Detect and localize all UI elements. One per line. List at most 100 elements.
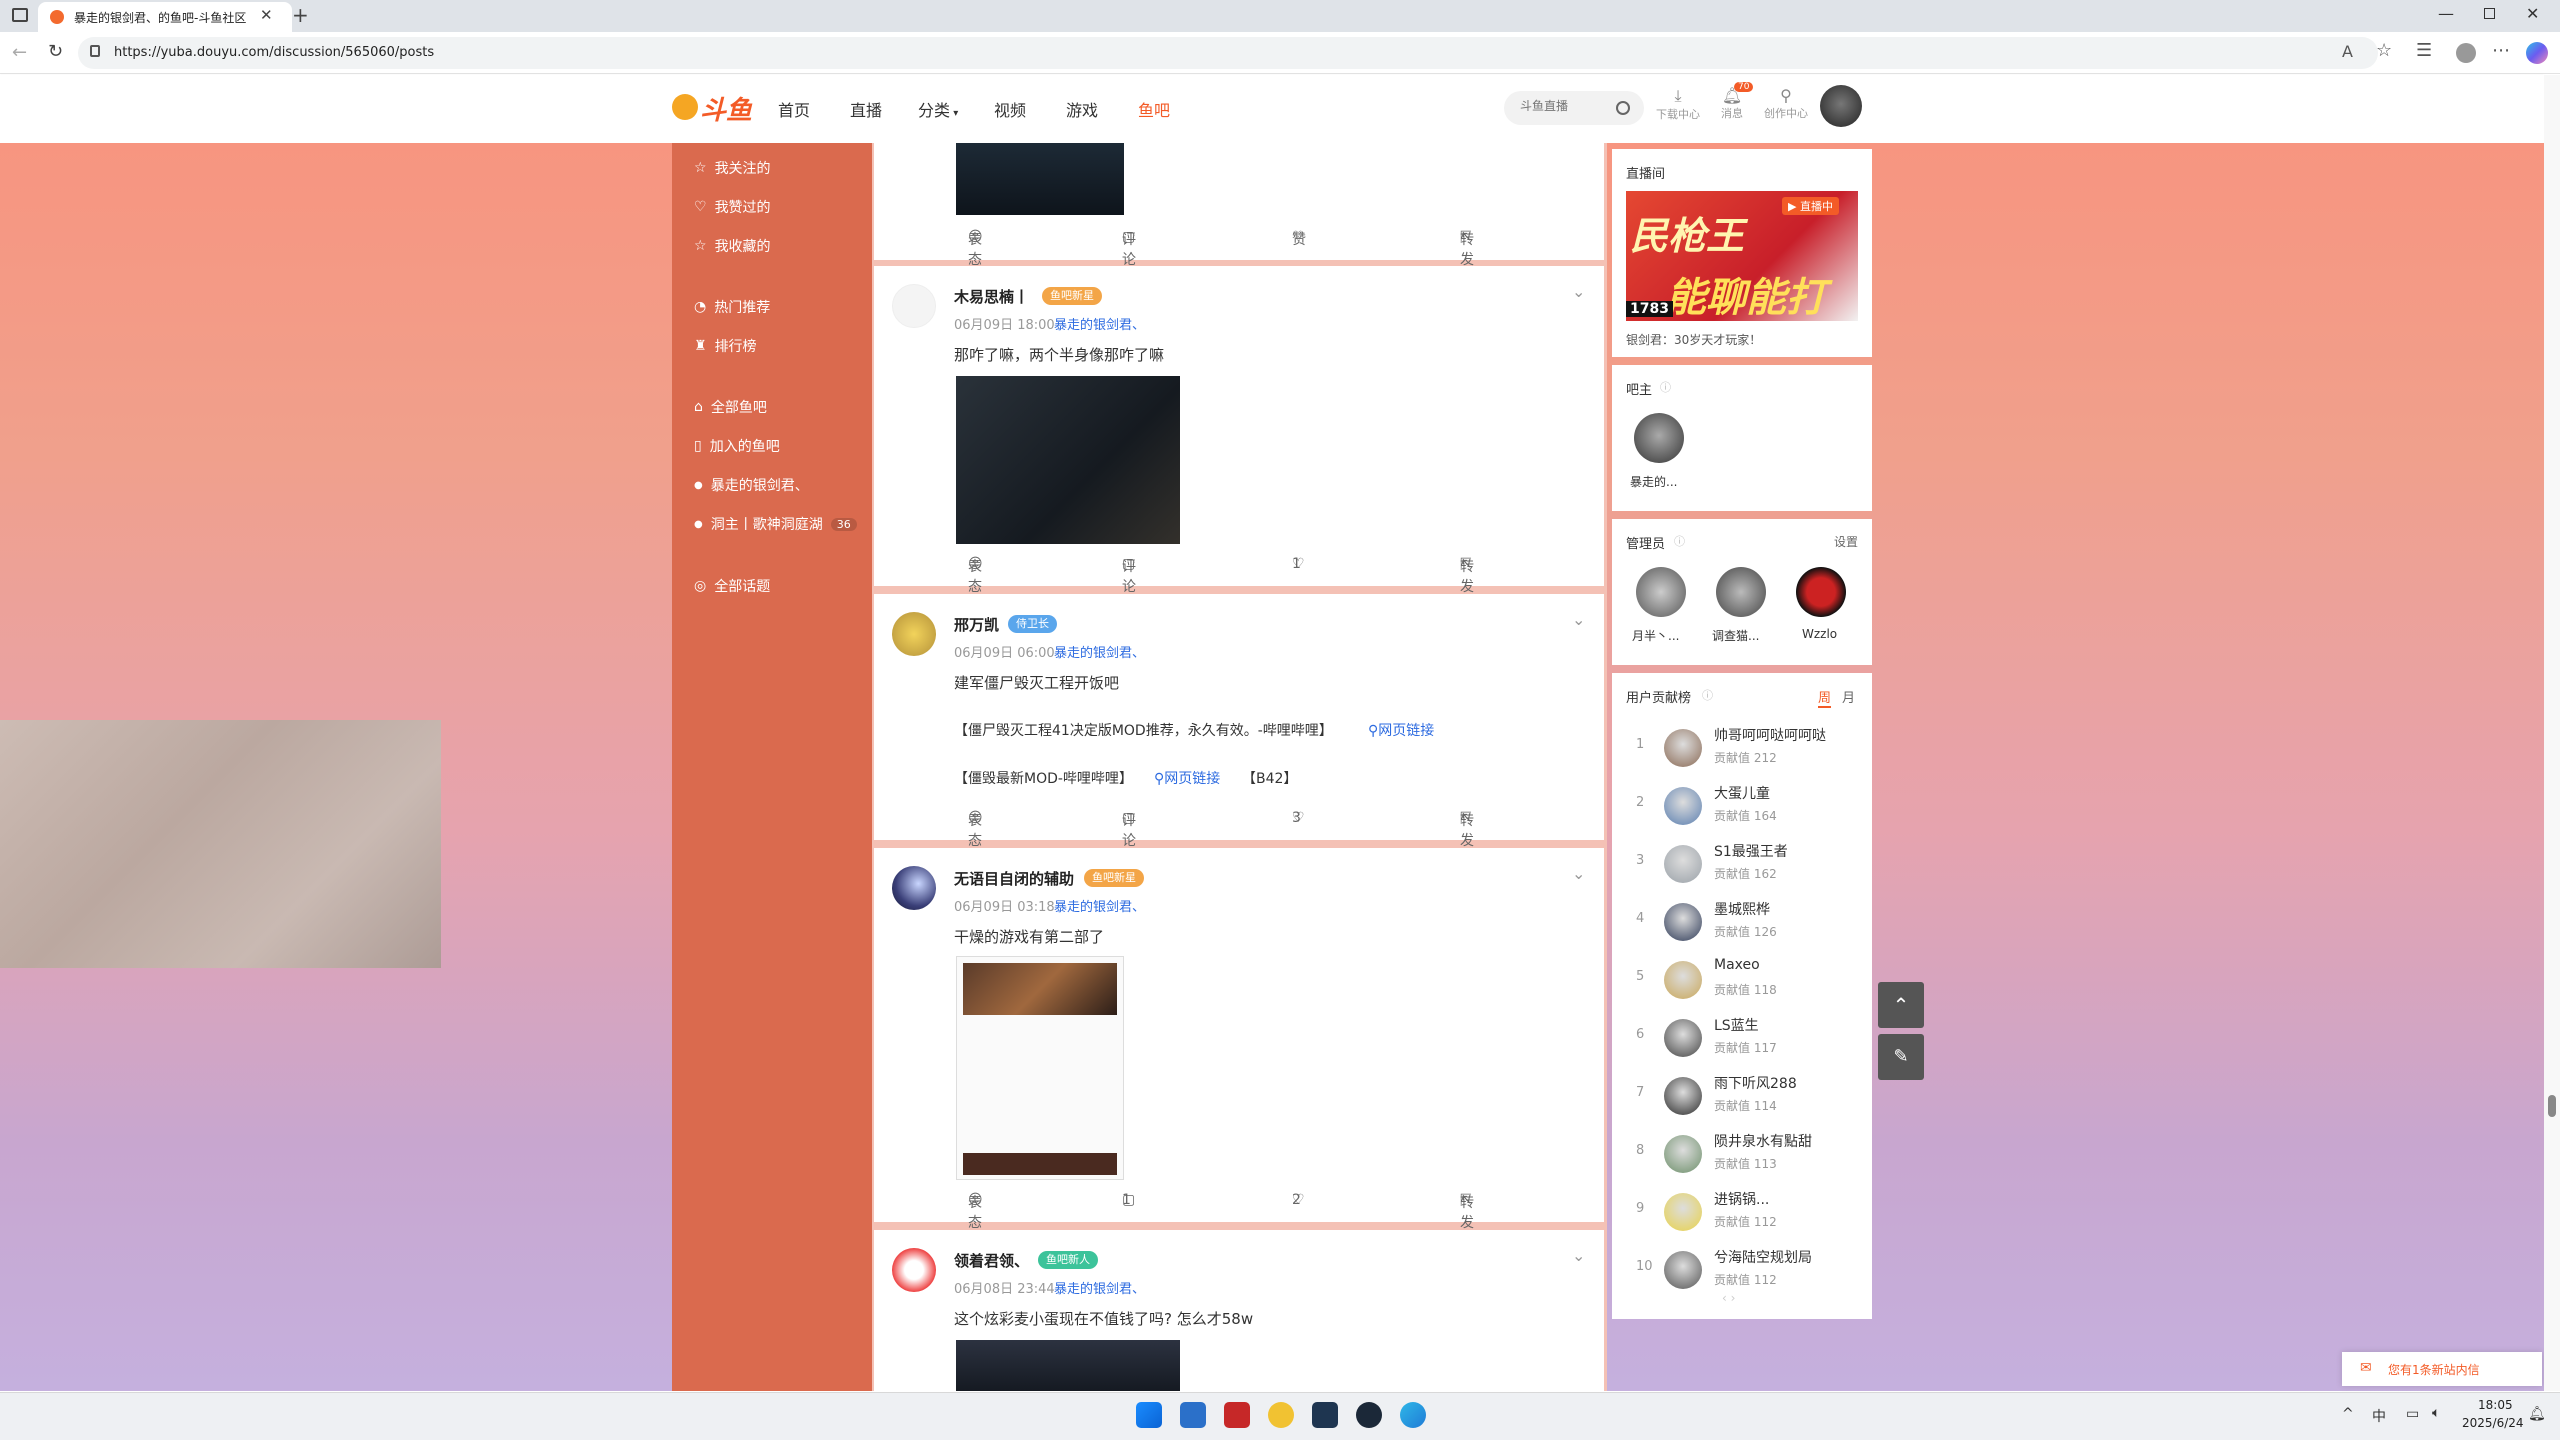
download-center[interactable]: ⤓ 下载中心 bbox=[1650, 86, 1706, 130]
nav-category[interactable]: 分类 ▾ bbox=[918, 97, 958, 121]
video-overlay[interactable] bbox=[0, 720, 441, 968]
profile-icon[interactable] bbox=[2456, 43, 2476, 63]
author-name[interactable]: 木易思楠丨 bbox=[954, 286, 1029, 307]
user-avatar[interactable] bbox=[1664, 787, 1702, 825]
nav-favorited[interactable]: ☆ 我收藏的 bbox=[694, 236, 771, 256]
ranking-row[interactable]: 10 兮海陆空规划局 贡献值 112 bbox=[1632, 1245, 1862, 1295]
nav-all-topics[interactable]: ◎ 全部话题 bbox=[694, 576, 770, 596]
user-avatar[interactable] bbox=[1664, 1019, 1702, 1057]
tab-week[interactable]: 周 bbox=[1818, 687, 1832, 708]
user-name[interactable]: 帅哥呵呵哒呵呵哒 bbox=[1714, 725, 1826, 745]
notification-center-icon[interactable]: 🔔︎ bbox=[2528, 1406, 2546, 1422]
creator-center[interactable]: ⚲ 创作中心 bbox=[1756, 86, 1816, 130]
clock-date[interactable]: 2025/6/24 bbox=[2462, 1416, 2524, 1430]
app-icon[interactable] bbox=[1224, 1402, 1250, 1428]
notification-bar[interactable]: ✉ 您有1条新站内信 bbox=[2342, 1352, 2542, 1386]
search-box[interactable] bbox=[1504, 91, 1644, 125]
user-name[interactable]: 进锅锅... bbox=[1714, 1189, 1769, 1209]
user-avatar[interactable] bbox=[1664, 1251, 1702, 1289]
post-link[interactable]: ⚲网页链接 bbox=[1154, 768, 1220, 788]
douyu-logo[interactable]: 斗鱼 bbox=[672, 88, 752, 126]
nav-live[interactable]: 直播 bbox=[850, 97, 882, 121]
nav-game[interactable]: 游戏 bbox=[1066, 97, 1098, 121]
volume-icon[interactable]: 🔈︎ bbox=[2432, 1405, 2440, 1421]
nav-yuba[interactable]: 鱼吧 bbox=[1138, 97, 1170, 121]
ranking-row[interactable]: 3 S1最强王者 贡献值 162 bbox=[1632, 839, 1862, 889]
nav-ranking[interactable]: ♜ 排行榜 bbox=[694, 336, 757, 356]
minimize-icon[interactable]: — bbox=[2438, 4, 2454, 23]
ranking-row[interactable]: 4 墨城熙桦 贡献值 126 bbox=[1632, 897, 1862, 947]
post-group[interactable]: 暴走的银剑君、 bbox=[1054, 642, 1145, 661]
tab-month[interactable]: 月 bbox=[1842, 687, 1855, 706]
nav-home[interactable]: 首页 bbox=[778, 97, 810, 121]
author-name[interactable]: 领着君领、 bbox=[954, 1250, 1029, 1271]
ranking-row[interactable]: 5 Maxeo 贡献值 118 bbox=[1632, 955, 1862, 1005]
address-bar[interactable]: https://yuba.douyu.com/discussion/565060… bbox=[78, 37, 2378, 69]
nav-group-2[interactable]: ● 洞主丨歌神洞庭湖 36 bbox=[694, 514, 857, 534]
author-avatar[interactable] bbox=[892, 284, 936, 328]
windows-start-icon[interactable] bbox=[1136, 1402, 1162, 1428]
admin-avatar[interactable] bbox=[1636, 567, 1686, 617]
admin-avatar[interactable] bbox=[1716, 567, 1766, 617]
app-icon[interactable] bbox=[1312, 1402, 1338, 1428]
chevron-up-icon[interactable]: ^ bbox=[2342, 1406, 2354, 1422]
admin-name[interactable]: 月半丶... bbox=[1632, 627, 1679, 644]
tab-close-icon[interactable]: ✕ bbox=[260, 6, 273, 24]
chevron-down-icon[interactable]: ⌄ bbox=[1572, 864, 1585, 883]
copilot-icon[interactable] bbox=[2526, 42, 2548, 64]
author-name[interactable]: 邢万凯 bbox=[954, 614, 999, 635]
search-input[interactable] bbox=[1520, 99, 1610, 113]
app-icon[interactable] bbox=[1268, 1402, 1294, 1428]
post-group[interactable]: 暴走的银剑君、 bbox=[1054, 1278, 1145, 1297]
nav-video[interactable]: 视频 bbox=[994, 97, 1026, 121]
user-avatar[interactable] bbox=[1664, 1193, 1702, 1231]
chevron-down-icon[interactable]: ⌄ bbox=[1572, 1246, 1585, 1265]
user-name[interactable]: 兮海陆空规划局 bbox=[1714, 1247, 1812, 1267]
user-name[interactable]: 墨城熙桦 bbox=[1714, 899, 1770, 919]
restore-icon[interactable] bbox=[2484, 8, 2495, 19]
refresh-icon[interactable]: ↻ bbox=[48, 41, 63, 62]
nav-following[interactable]: ☆ 我关注的 bbox=[694, 158, 771, 178]
browser-tab[interactable]: 暴走的银剑君、的鱼吧-斗鱼社区 ✕ bbox=[38, 2, 292, 32]
sidebar-toggle-icon[interactable] bbox=[12, 8, 28, 22]
user-avatar[interactable] bbox=[1664, 845, 1702, 883]
ranking-row[interactable]: 6 LS蓝生 贡献值 117 bbox=[1632, 1013, 1862, 1063]
back-to-top-button[interactable]: ⌃ bbox=[1878, 982, 1924, 1028]
search-icon[interactable] bbox=[1616, 101, 1630, 115]
edge-icon[interactable] bbox=[1400, 1402, 1426, 1428]
post-image[interactable] bbox=[956, 1340, 1180, 1391]
post-image[interactable] bbox=[956, 376, 1180, 544]
post-group[interactable]: 暴走的银剑君、 bbox=[1054, 896, 1145, 915]
network-icon[interactable]: ▭ bbox=[2406, 1406, 2419, 1422]
ranking-row[interactable]: 8 陨井泉水有點甜 贡献值 113 bbox=[1632, 1129, 1862, 1179]
user-name[interactable]: LS蓝生 bbox=[1714, 1015, 1759, 1035]
edit-post-button[interactable]: ✎ bbox=[1878, 1034, 1924, 1080]
ranking-row[interactable]: 2 大蛋儿童 贡献值 164 bbox=[1632, 781, 1862, 831]
clock-time[interactable]: 18:05 bbox=[2478, 1398, 2513, 1412]
author-avatar[interactable] bbox=[892, 866, 936, 910]
ranking-row[interactable]: 9 进锅锅... 贡献值 112 bbox=[1632, 1187, 1862, 1237]
page-scrollbar[interactable] bbox=[2544, 75, 2560, 1391]
user-name[interactable]: Maxeo bbox=[1714, 957, 1760, 973]
user-avatar[interactable] bbox=[1820, 85, 1862, 127]
live-thumbnail[interactable]: 民枪王 能聊能打 1783 ▶ 直播中 bbox=[1626, 191, 1858, 321]
nav-all-groups[interactable]: ⌂ 全部鱼吧 bbox=[694, 397, 767, 417]
nav-group-1[interactable]: ● 暴走的银剑君、 bbox=[694, 475, 809, 495]
chevron-down-icon[interactable]: ⌄ bbox=[1572, 610, 1585, 629]
favorite-star-icon[interactable]: ☆ bbox=[2376, 40, 2392, 61]
admin-avatar[interactable] bbox=[1796, 567, 1846, 617]
user-avatar[interactable] bbox=[1664, 729, 1702, 767]
user-avatar[interactable] bbox=[1664, 961, 1702, 999]
nav-hot[interactable]: ◔ 热门推荐 bbox=[694, 297, 770, 317]
owner-name[interactable]: 暴走的... bbox=[1630, 473, 1677, 490]
app-icon[interactable] bbox=[1180, 1402, 1206, 1428]
settings-link[interactable]: 设置 bbox=[1834, 533, 1858, 550]
ime-indicator[interactable]: 中 bbox=[2372, 1406, 2386, 1426]
admin-name[interactable]: 调查猫... bbox=[1712, 627, 1759, 644]
author-avatar[interactable] bbox=[892, 1248, 936, 1292]
new-tab-icon[interactable]: + bbox=[292, 3, 309, 27]
collections-icon[interactable]: ☰ bbox=[2416, 40, 2432, 61]
user-avatar[interactable] bbox=[1664, 1135, 1702, 1173]
close-window-icon[interactable]: ✕ bbox=[2526, 4, 2539, 23]
steam-icon[interactable] bbox=[1356, 1402, 1382, 1428]
